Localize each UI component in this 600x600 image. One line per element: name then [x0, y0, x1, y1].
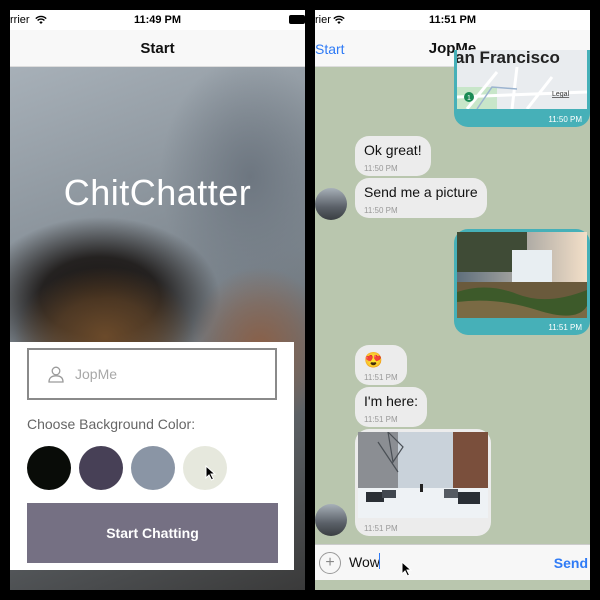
- message-bubble-incoming[interactable]: 😍 11:51 PM: [355, 345, 407, 385]
- message-location-bubble[interactable]: 1 Legal an Francisco 11:50 PM: [454, 50, 590, 127]
- color-choice-label: Choose Background Color:: [27, 416, 196, 432]
- map-pin-label: 1: [467, 95, 471, 102]
- start-panel: Choose Background Color: Start Chatting: [10, 342, 294, 570]
- name-input[interactable]: [75, 366, 235, 382]
- text-caret: [379, 553, 380, 569]
- message-text: I'm here:: [364, 393, 419, 409]
- message-compose-field[interactable]: Wow: [349, 554, 380, 570]
- message-text: Ok great!: [364, 142, 422, 158]
- color-swatch-purple[interactable]: [79, 446, 123, 490]
- user-icon: [48, 366, 64, 383]
- status-time: 11:49 PM: [133, 14, 182, 26]
- color-swatch-black[interactable]: [27, 446, 71, 490]
- status-time: 11:51 PM: [428, 14, 477, 26]
- status-bar: rrier 11:49 PM: [10, 10, 305, 30]
- carrier-label: rier: [315, 14, 331, 26]
- color-swatch-gray[interactable]: [131, 446, 175, 490]
- message-image-bubble[interactable]: 11:51 PM: [454, 229, 590, 335]
- map-legal-link: Legal: [552, 91, 570, 98]
- message-time: 11:50 PM: [548, 115, 582, 124]
- start-screen: rrier 11:49 PM Start ChitChatter JopMe C…: [10, 10, 305, 590]
- mouse-cursor-icon: [401, 561, 413, 577]
- screenshot-stage: rrier 11:49 PM Start ChitChatter JopMe C…: [0, 0, 600, 600]
- message-text: 😍: [364, 352, 383, 369]
- message-input-bar: + Wow Send: [315, 544, 590, 580]
- start-chatting-button[interactable]: Start Chatting: [27, 503, 278, 563]
- message-text: Send me a picture: [364, 184, 478, 200]
- message-time: 11:51 PM: [364, 415, 398, 424]
- navigation-bar: Start: [10, 30, 305, 67]
- status-bar: rier 11:51 PM: [315, 10, 590, 30]
- message-bubble-incoming[interactable]: I'm here: 11:51 PM: [355, 387, 427, 427]
- send-button[interactable]: Send: [554, 555, 588, 571]
- chat-screen: rier 11:51 PM Start JopMe 1 Legal an Fra…: [315, 10, 590, 590]
- mouse-cursor-icon: [205, 465, 217, 481]
- message-image-bubble[interactable]: 11:51 PM: [355, 429, 491, 536]
- snowy-street-photo: [358, 432, 488, 518]
- back-button[interactable]: Start: [315, 30, 345, 67]
- add-attachment-button[interactable]: +: [319, 552, 341, 574]
- message-time: 11:51 PM: [364, 524, 398, 533]
- map-city-label: an Francisco: [457, 50, 560, 67]
- message-time: 11:51 PM: [548, 323, 582, 332]
- message-bubble-incoming[interactable]: Ok great! 11:50 PM: [355, 136, 431, 176]
- message-time: 11:50 PM: [364, 206, 398, 215]
- message-bubble-incoming[interactable]: Send me a picture 11:50 PM: [355, 178, 487, 218]
- sender-avatar: [315, 504, 347, 536]
- wifi-icon: [35, 15, 47, 24]
- carrier-label: rrier: [10, 14, 30, 26]
- waterfall-photo: [457, 232, 587, 318]
- message-time: 11:51 PM: [364, 373, 398, 382]
- sender-avatar: [315, 188, 347, 220]
- nav-title: Start: [140, 39, 175, 57]
- map-thumbnail: 1 Legal: [457, 67, 587, 109]
- battery-icon: [289, 15, 305, 24]
- app-title: ChitChatter: [63, 172, 252, 213]
- message-time: 11:50 PM: [364, 164, 398, 173]
- name-input-container[interactable]: [27, 348, 277, 400]
- wifi-icon: [333, 15, 345, 24]
- map-label-strip: an Francisco: [457, 50, 587, 67]
